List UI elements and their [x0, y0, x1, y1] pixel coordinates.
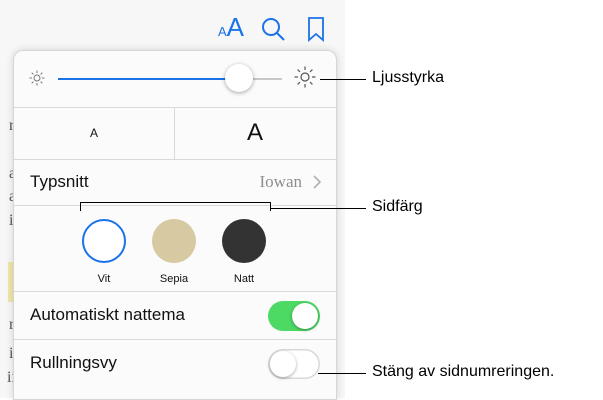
page-color-callout-line — [270, 208, 366, 209]
bookmark-icon[interactable] — [306, 16, 326, 42]
sun-small-icon — [29, 70, 45, 86]
scroll-view-row: Rullningsvy — [14, 339, 336, 387]
scroll-view-label: Rullningsvy — [30, 353, 117, 372]
sun-large-icon — [294, 66, 316, 88]
search-icon[interactable] — [260, 16, 286, 42]
page-color-row: Vit Sepia Natt — [14, 205, 336, 291]
aa-large-glyph: A — [226, 12, 245, 42]
brightness-row — [14, 51, 336, 107]
page-color-callout-label: Sidfärg — [372, 198, 423, 215]
page-color-white-swatch[interactable] — [82, 219, 126, 263]
brightness-slider-thumb[interactable] — [225, 64, 254, 92]
text-size-row: A A — [14, 107, 336, 159]
page-color-sepia-swatch[interactable] — [152, 219, 196, 263]
scroll-callout-line — [318, 373, 366, 374]
scroll-callout-label: Stäng av sidnumreringen. — [372, 363, 555, 380]
page-color-night-label: Natt — [233, 273, 255, 285]
page-color-white-label: Vit — [97, 273, 111, 285]
auto-night-theme-row: Automatiskt nattema — [14, 291, 336, 339]
toggle-knob — [270, 351, 296, 377]
chevron-right-icon — [313, 175, 322, 189]
appearance-popover: A A Typsnitt Iowan Vit Sepia Natt Automa… — [13, 50, 337, 400]
auto-night-theme-toggle[interactable] — [268, 301, 320, 331]
increase-text-size-button[interactable]: A — [175, 107, 335, 159]
page-color-night-swatch[interactable] — [222, 219, 266, 263]
page-color-sepia-label: Sepia — [159, 273, 189, 285]
toggle-knob — [292, 303, 318, 329]
font-label: Typsnitt — [30, 172, 89, 191]
font-row[interactable]: Typsnitt Iowan — [14, 159, 336, 205]
auto-night-theme-label: Automatiskt nattema — [30, 305, 185, 324]
brightness-slider-fill — [58, 78, 240, 80]
brightness-callout-label: Ljusstyrka — [372, 69, 445, 86]
scroll-view-toggle[interactable] — [268, 349, 320, 379]
brightness-slider[interactable] — [58, 64, 282, 92]
reader-toolbar: AA — [210, 10, 340, 46]
page-color-bracket — [80, 202, 271, 211]
aa-small-glyph: A — [218, 24, 227, 39]
font-value: Iowan — [259, 172, 302, 191]
brightness-callout-line — [320, 79, 366, 80]
decrease-text-size-button[interactable]: A — [14, 107, 174, 159]
text-size-button[interactable]: AA — [218, 12, 244, 43]
